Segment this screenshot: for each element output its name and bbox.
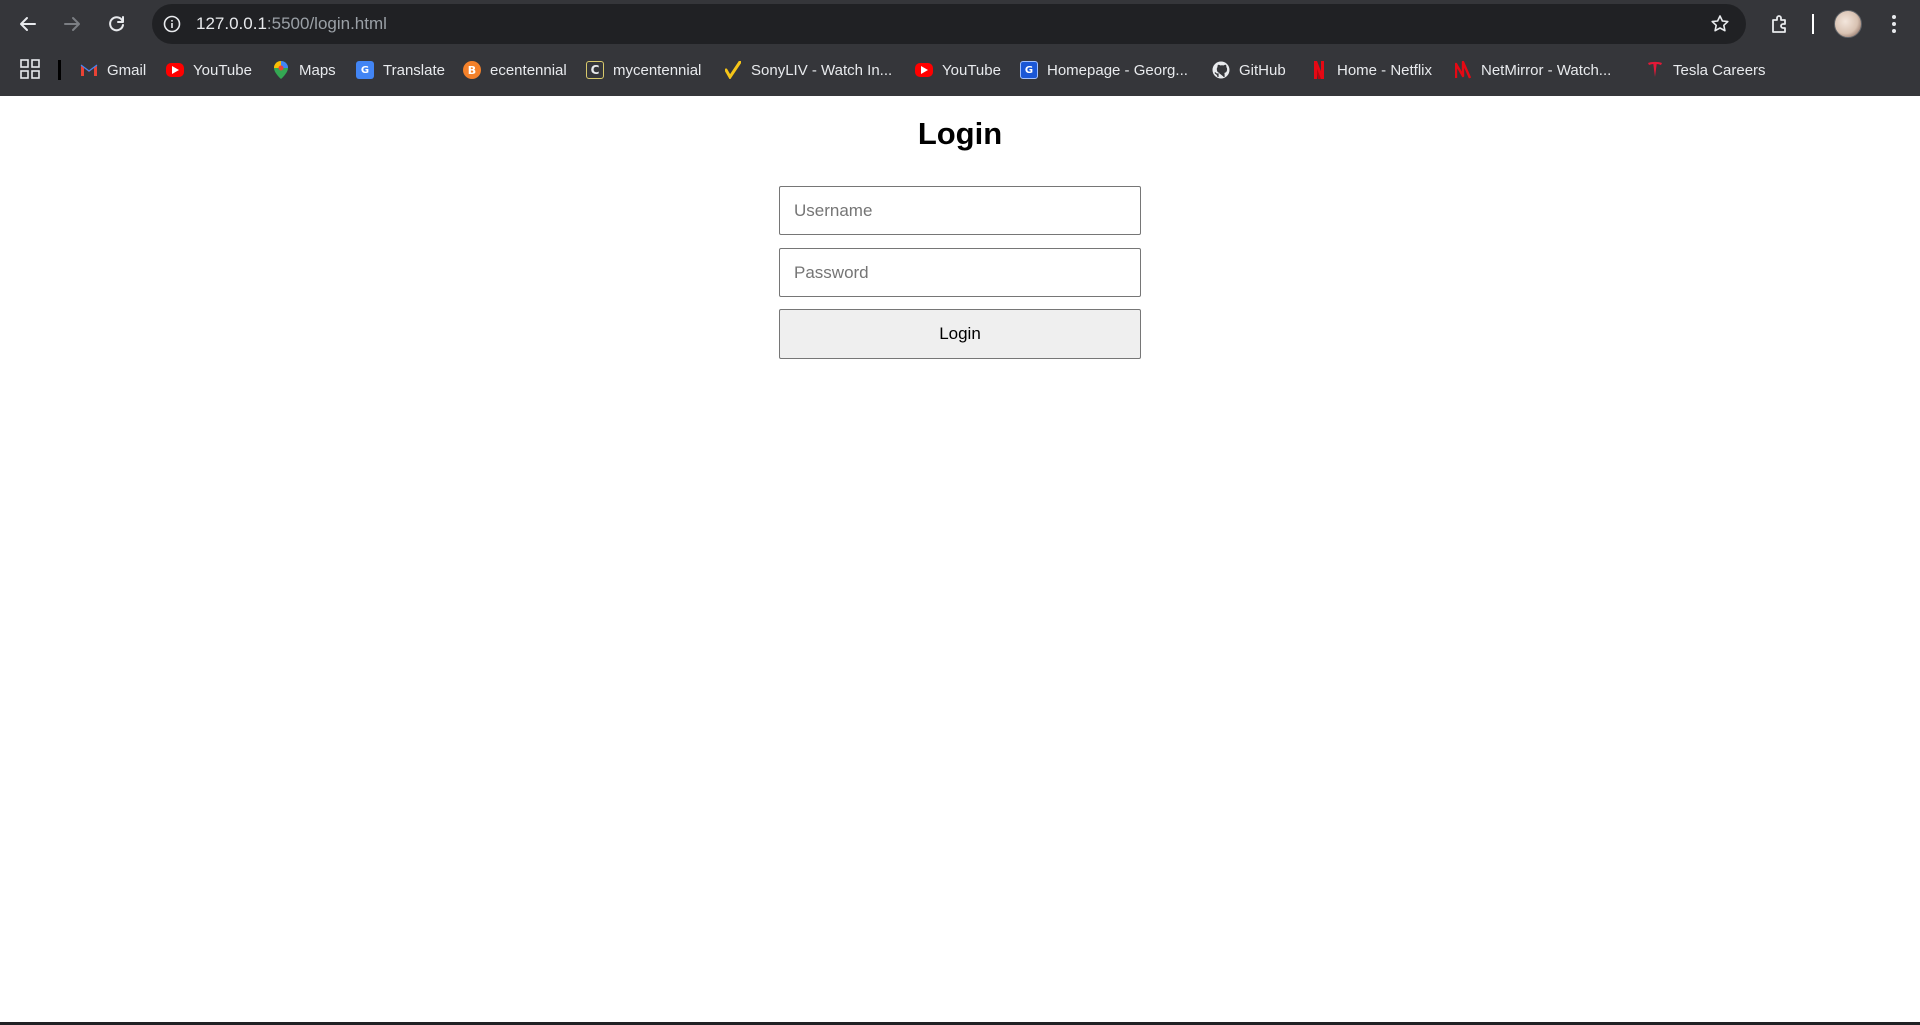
url-path: :5500/login.html bbox=[266, 14, 387, 33]
page-title: Login bbox=[917, 116, 1003, 151]
username-input[interactable] bbox=[779, 186, 1141, 235]
url-text[interactable]: 127.0.0.1:5500/login.html bbox=[196, 4, 387, 44]
bookmark-label: Translate bbox=[383, 61, 445, 79]
netflix-icon bbox=[1310, 61, 1328, 79]
netmirror-icon bbox=[1454, 61, 1472, 79]
youtube-icon bbox=[166, 63, 184, 77]
bookmarks-bar: Gmail YouTube Maps G Translate B ecenten… bbox=[0, 52, 1920, 88]
bookmark-label: Gmail bbox=[107, 61, 147, 79]
bookmark-label: mycentennial bbox=[613, 61, 702, 79]
more-vertical-icon bbox=[1892, 15, 1896, 33]
address-bar[interactable]: 127.0.0.1:5500/login.html bbox=[152, 4, 1746, 44]
bookmark-youtube-2[interactable]: YouTube bbox=[915, 52, 1001, 88]
bookmark-label: YouTube bbox=[942, 61, 1001, 79]
bookmark-label: GitHub bbox=[1239, 61, 1286, 79]
bookmark-tesla-careers[interactable]: Tesla Careers bbox=[1646, 52, 1766, 88]
apps-grid-icon[interactable] bbox=[20, 59, 42, 81]
site-info-icon[interactable] bbox=[160, 12, 184, 36]
bookmark-netflix[interactable]: Home - Netflix bbox=[1310, 52, 1432, 88]
bookmark-label: Homepage - Georg... bbox=[1047, 61, 1188, 79]
bookmark-label: Tesla Careers bbox=[1673, 61, 1766, 79]
tesla-icon bbox=[1646, 61, 1664, 79]
forward-button[interactable] bbox=[56, 8, 88, 40]
toolbar-divider bbox=[1812, 14, 1814, 34]
bookmark-star-icon[interactable] bbox=[1708, 12, 1732, 36]
browser-toolbar: 127.0.0.1:5500/login.html bbox=[0, 0, 1920, 48]
bookmark-label: ecentennial bbox=[490, 61, 567, 79]
georgian-icon: G bbox=[1020, 61, 1038, 79]
bookmark-netmirror[interactable]: NetMirror - Watch... bbox=[1454, 52, 1611, 88]
bookmark-github[interactable]: GitHub bbox=[1212, 52, 1286, 88]
profile-avatar[interactable] bbox=[1834, 10, 1862, 38]
login-button[interactable]: Login bbox=[779, 309, 1141, 359]
bookmark-label: Home - Netflix bbox=[1337, 61, 1433, 79]
bookmark-label: SonyLIV - Watch In... bbox=[751, 61, 893, 79]
back-button[interactable] bbox=[12, 8, 44, 40]
mycentennial-icon: C bbox=[586, 61, 604, 79]
bookmark-sonyliv[interactable]: SonyLIV - Watch In... bbox=[724, 52, 892, 88]
url-host: 127.0.0.1 bbox=[196, 14, 267, 33]
sonyliv-icon bbox=[724, 61, 742, 79]
bookmark-ecentennial[interactable]: B ecentennial bbox=[463, 52, 567, 88]
bookmark-homepage-georgian[interactable]: G Homepage - Georg... bbox=[1020, 52, 1188, 88]
password-input[interactable] bbox=[779, 248, 1141, 297]
arrow-right-icon bbox=[64, 17, 80, 31]
login-page: Login Login bbox=[0, 96, 1920, 1025]
bookmark-label: YouTube bbox=[193, 61, 252, 79]
bookmark-maps[interactable]: Maps bbox=[272, 52, 336, 88]
translate-icon: G bbox=[356, 61, 374, 79]
youtube-icon bbox=[915, 63, 933, 77]
browser-menu-button[interactable] bbox=[1880, 10, 1908, 38]
bookmark-youtube[interactable]: YouTube bbox=[166, 52, 252, 88]
gmail-icon bbox=[80, 61, 98, 79]
maps-icon bbox=[272, 61, 290, 79]
github-icon bbox=[1212, 61, 1230, 79]
reload-icon bbox=[109, 16, 124, 32]
bookmark-mycentennial[interactable]: C mycentennial bbox=[586, 52, 701, 88]
browser-chrome: 127.0.0.1:5500/login.html Gmail YouTube … bbox=[0, 0, 1920, 96]
reload-button[interactable] bbox=[101, 8, 133, 40]
bookmark-gmail[interactable]: Gmail bbox=[80, 52, 146, 88]
arrow-left-icon bbox=[20, 17, 36, 31]
bookmarks-divider bbox=[58, 60, 61, 80]
extensions-button[interactable] bbox=[1766, 10, 1794, 38]
bookmark-translate[interactable]: G Translate bbox=[356, 52, 445, 88]
puzzle-icon bbox=[1772, 15, 1786, 33]
ecentennial-icon: B bbox=[463, 61, 481, 79]
bookmark-label: NetMirror - Watch... bbox=[1481, 61, 1612, 79]
bookmark-label: Maps bbox=[299, 61, 336, 79]
